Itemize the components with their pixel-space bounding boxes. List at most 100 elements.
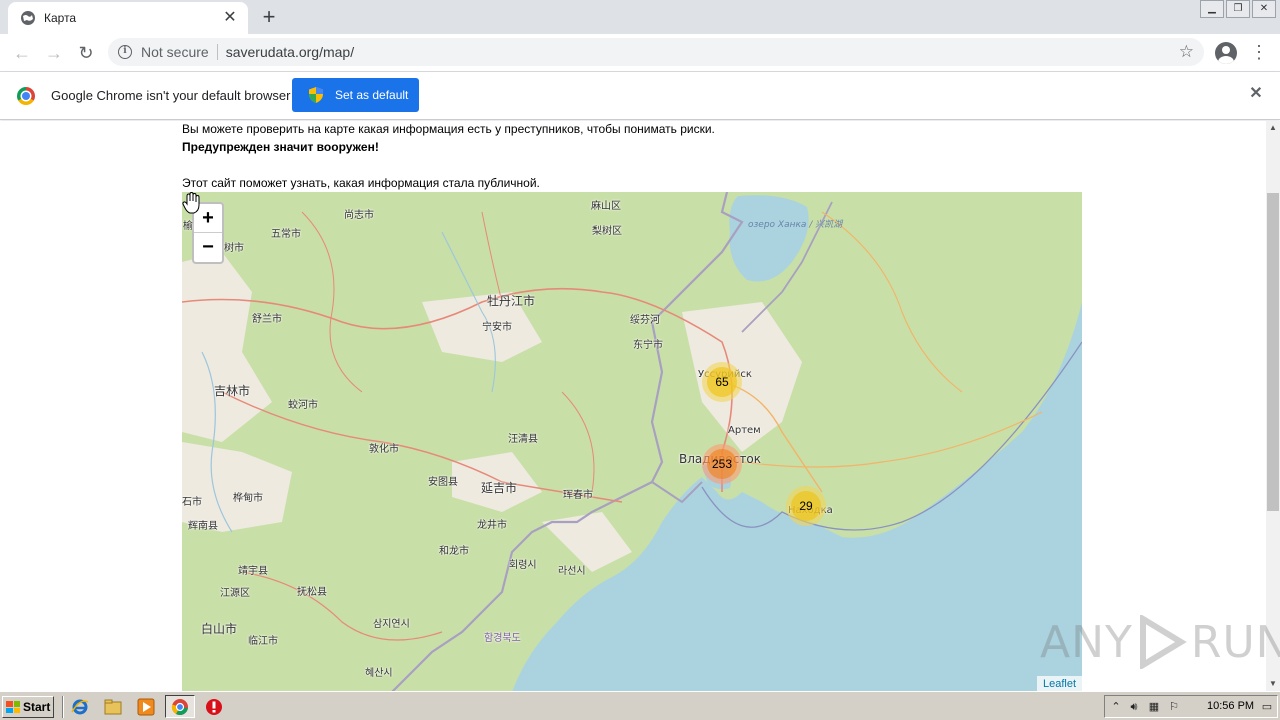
start-button[interactable]: Start: [2, 696, 54, 718]
map-label: 临江市: [248, 636, 278, 647]
map-label: 白山市: [201, 622, 238, 636]
map-label: 삼지연시: [373, 619, 410, 630]
close-tab-icon[interactable]: ✕: [222, 10, 238, 26]
map-label: 江源区: [220, 588, 250, 599]
leaflet-map[interactable]: + − 尚志市 麻山区 梨树区 五常市 榆 树市 озеро Ханка / 兴…: [182, 192, 1082, 691]
map-label: 蛟河市: [288, 400, 318, 411]
taskbar-divider: [62, 696, 64, 718]
lake-khanka-label: озеро Ханка / 兴凯湖: [748, 220, 843, 230]
chrome-logo-icon: [17, 87, 35, 105]
tray-expand-icon[interactable]: ⌃: [1109, 700, 1123, 714]
marker-cluster[interactable]: 65: [702, 362, 742, 402]
map-label: 함경북도: [484, 633, 521, 644]
address-separator: [216, 44, 218, 60]
scroll-up-arrow-icon[interactable]: ▲: [1266, 121, 1280, 135]
network-icon[interactable]: ▦: [1147, 700, 1161, 714]
file-explorer-icon[interactable]: [104, 698, 122, 716]
internet-explorer-icon[interactable]: [71, 698, 89, 716]
map-label: 회령시: [509, 560, 537, 571]
start-label: Start: [23, 700, 51, 714]
security-label[interactable]: Not secure: [141, 44, 209, 60]
set-as-default-button[interactable]: Set as default: [292, 78, 419, 112]
zoom-out-button[interactable]: −: [194, 233, 222, 262]
map-label: 抚松县: [297, 587, 327, 598]
leaflet-attribution-link[interactable]: Leaflet: [1036, 676, 1082, 691]
map-label: 龙井市: [477, 520, 507, 531]
map-label: Артем: [728, 425, 761, 436]
chrome-taskbar-button[interactable]: [165, 695, 195, 718]
map-label: 和龙市: [439, 546, 469, 557]
map-label: 榆: [183, 221, 193, 232]
watermark-right-text: RUN: [1190, 616, 1280, 668]
map-label: 麻山区: [591, 201, 621, 212]
page-scrollbar[interactable]: ▲ ▼: [1266, 121, 1280, 691]
tab-map[interactable]: Карта ✕: [8, 2, 248, 34]
new-tab-button[interactable]: +: [258, 6, 280, 29]
browser-toolbar: ← → ↻ i Not secure saverudata.org/map/ ☆…: [0, 34, 1280, 72]
address-bar[interactable]: i Not secure saverudata.org/map/ ☆: [108, 38, 1204, 66]
media-player-icon[interactable]: [137, 698, 155, 716]
cluster-count: 253: [711, 457, 733, 471]
url-text[interactable]: saverudata.org/map/: [226, 44, 1179, 60]
map-label: 라선시: [558, 566, 586, 577]
map-label: 汪清县: [508, 434, 538, 445]
stop-icon[interactable]: [205, 698, 223, 716]
window-controls: ▁ ❐ ✕: [1198, 0, 1276, 18]
volume-icon[interactable]: 🔊︎: [1127, 700, 1141, 714]
system-tray: ⌃ 🔊︎ ▦ ⚐ 10:56 PM ▭: [1104, 695, 1278, 718]
map-label: 舒兰市: [252, 314, 282, 325]
close-window-button[interactable]: ✕: [1252, 0, 1276, 18]
scroll-down-arrow-icon[interactable]: ▼: [1266, 677, 1280, 691]
play-logo-icon: [1139, 615, 1187, 669]
map-label: 牡丹江市: [487, 294, 536, 308]
bookmark-star-icon[interactable]: ☆: [1179, 42, 1194, 62]
map-label: 敦化市: [369, 444, 399, 455]
watermark-left-text: ANY: [1040, 616, 1133, 668]
map-label: 东宁市: [633, 340, 663, 351]
map-label: 尚志市: [344, 210, 374, 221]
forward-button[interactable]: →: [41, 40, 67, 66]
page-content: Вы можете проверить на карте какая инфор…: [0, 121, 1266, 691]
clock[interactable]: 10:56 PM: [1207, 700, 1254, 712]
map-label: 绥芬河: [630, 315, 660, 326]
map-label: 梨树区: [592, 226, 622, 237]
kebab-menu-icon[interactable]: ⋮: [1250, 42, 1268, 64]
reload-button[interactable]: ↻: [73, 40, 99, 66]
shield-icon: [309, 87, 323, 103]
default-browser-infobar: Google Chrome isn't your default browser…: [0, 72, 1280, 120]
cluster-count: 65: [715, 375, 729, 389]
map-tiles[interactable]: [182, 192, 1082, 691]
tab-strip: Карта ✕ + ▁ ❐ ✕: [0, 0, 1280, 34]
restore-button[interactable]: ❐: [1226, 0, 1250, 18]
map-label: 桦甸市: [233, 493, 263, 504]
map-label: 靖宇县: [238, 566, 268, 577]
map-label: 延吉市: [481, 481, 518, 495]
hand-cursor-icon: [182, 192, 200, 214]
map-label: 辉南县: [188, 521, 218, 532]
back-button[interactable]: ←: [9, 40, 35, 66]
minimize-button[interactable]: ▁: [1200, 0, 1224, 18]
anyrun-watermark: ANY RUN: [1040, 614, 1280, 670]
map-label: 安图县: [428, 477, 458, 488]
map-label: 吉林市: [214, 384, 251, 398]
set-as-default-label: Set as default: [335, 88, 409, 102]
show-desktop-icon[interactable]: ▭: [1260, 700, 1274, 714]
map-label: 石市: [182, 497, 202, 508]
scroll-thumb[interactable]: [1267, 193, 1279, 511]
tab-title: Карта: [44, 11, 77, 25]
warning-text: Предупрежден значит вооружен!: [182, 140, 379, 154]
globe-icon: [20, 10, 36, 26]
marker-cluster[interactable]: 29: [786, 486, 826, 526]
infobar-close-icon[interactable]: ✕: [1248, 86, 1264, 102]
windows-logo-icon: [6, 701, 20, 713]
profile-avatar-icon[interactable]: [1215, 42, 1237, 64]
marker-cluster[interactable]: 253: [702, 444, 742, 484]
flag-icon[interactable]: ⚐: [1167, 700, 1181, 714]
infobar-message: Google Chrome isn't your default browser: [51, 88, 291, 103]
map-label: 树市: [224, 243, 244, 254]
map-label: 宁安市: [482, 322, 512, 333]
map-label: 五常市: [271, 229, 301, 240]
info-icon[interactable]: i: [118, 45, 132, 59]
windows-taskbar: Start ⌃ 🔊︎ ▦ ⚐ 10:56 PM ▭: [0, 691, 1280, 720]
cluster-count: 29: [799, 499, 813, 513]
